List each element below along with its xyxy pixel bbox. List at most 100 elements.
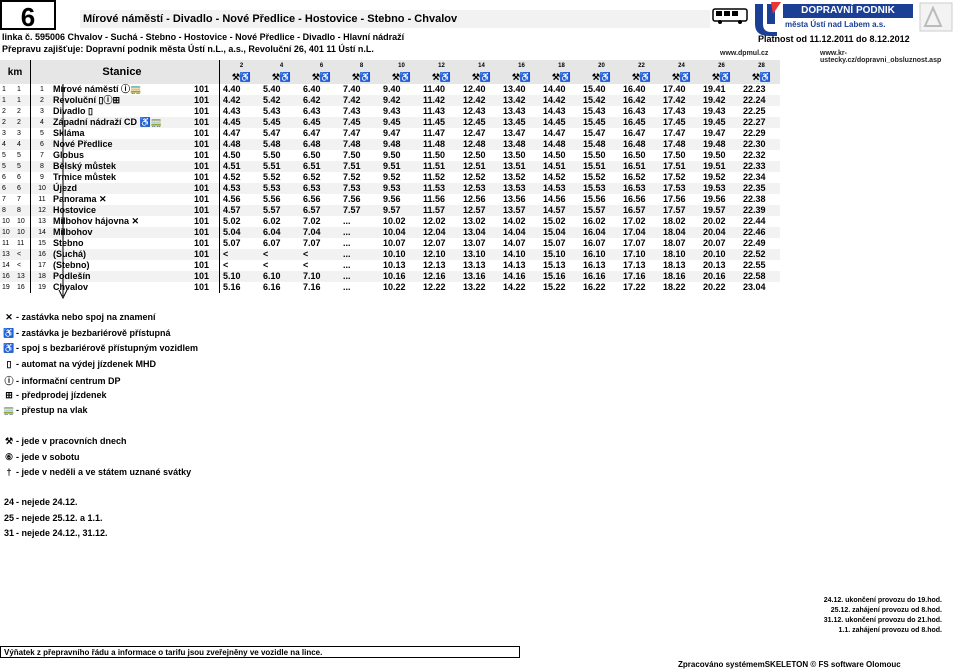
departure-time: 13.45	[500, 117, 540, 128]
workday-wheelchair-icon: ⚒♿	[391, 71, 412, 82]
departure-time: 14.10	[500, 249, 540, 260]
trip-number: 22	[638, 62, 645, 69]
stop-name: Mírové náměstí ⓘ🚃	[53, 84, 142, 94]
departure-time: 12.45	[460, 117, 500, 128]
departure-time: 22.32	[743, 150, 766, 160]
departure-time: 11.47	[423, 128, 446, 138]
legend-symbol-icon: ⓘ	[4, 376, 14, 386]
carrier-info: Přepravu zajišťuje: Dopravní podnik měst…	[2, 44, 374, 54]
zone-number: 101	[173, 95, 213, 106]
legend-text: - spoj s bezbariérově přístupným vozidle…	[16, 343, 199, 353]
departure-time: 16.45	[620, 117, 660, 128]
table-row: 10 10 14 Milbohov 101 5.04 6.04 7.04... 10.04 12.…	[0, 227, 780, 238]
workday-wheelchair-icon: ⚒♿	[271, 71, 292, 82]
legend-text: - předprodej jízdenek	[16, 389, 107, 400]
km-value: <	[14, 249, 31, 260]
trip-column-header: 22 ⚒♿	[620, 60, 660, 84]
stop-name: Hostovice	[53, 205, 173, 216]
departure-time: 17.50	[663, 150, 686, 160]
departure-time: 22.29	[743, 128, 766, 138]
departure-time: 16.02	[583, 216, 606, 226]
workday-wheelchair-icon: ⚒♿	[351, 71, 372, 82]
workday-wheelchair-icon: ⚒♿	[551, 71, 572, 82]
departure-time: 4.40	[219, 84, 260, 95]
trip-column-header: 18 ⚒♿	[540, 60, 580, 84]
zone-number: 101	[173, 139, 213, 150]
departure-time: 18.22	[663, 282, 686, 292]
table-row: 3 3 5 Skláma 101 4.47 5.47 6.47 7.47 9.47 11.47 12.…	[0, 128, 780, 139]
departure-time: 5.42	[260, 95, 300, 106]
departure-time: 12.04	[420, 227, 460, 238]
departure-time: 14.13	[503, 260, 526, 270]
km-value: 1	[2, 86, 6, 93]
web-link-region[interactable]: www.kr-ustecky.cz/dopravni_obsluznost.as…	[820, 50, 960, 64]
table-row: 7 7 11 Panorama ✕ 101 4.56 5.56 6.56 7.56 9.56 11.…	[0, 194, 780, 205]
legend-text: - nejede 25.12. a 1.1.	[16, 512, 103, 523]
departure-time: 13.48	[500, 139, 540, 150]
departure-time: 12.10	[420, 249, 460, 260]
departure-time: 13.22	[463, 282, 486, 292]
departure-time: 10.10	[380, 249, 420, 260]
table-row: 10 10 13 Milbohov hájovna ✕ 101 5.02 6.02 7.02.…	[0, 216, 780, 227]
stop-order: 14	[30, 227, 53, 238]
legend-symbol-icon: 24	[3, 497, 14, 507]
service-note: 25.12. zahájení provozu od 8.hod.	[830, 607, 942, 614]
departure-time: 4.56	[219, 194, 260, 205]
zone-number: 101	[193, 282, 209, 292]
departure-time: 22.39	[740, 205, 780, 216]
departure-time: 9.57	[380, 205, 420, 216]
legend-item: ⚒ - jede v pracovních dnech	[2, 436, 127, 447]
table-row: 1 1 1 Mírové náměstí ⓘ🚃 101 4.40 5.40 6.40 7.40 9…	[0, 84, 780, 95]
departure-time: 11.52	[423, 172, 446, 182]
departure-time: 12.07	[423, 238, 446, 248]
departure-time: 6.04	[260, 227, 300, 238]
departure-time: 12.16	[420, 271, 460, 282]
web-link-dp[interactable]: www.dpmul.cz	[720, 50, 768, 57]
departure-time: 10.16	[380, 271, 420, 282]
stop-order: 4	[30, 117, 53, 128]
trip-number: 4	[279, 62, 284, 69]
stop-order: 16	[30, 249, 53, 260]
departure-time: 5.43	[263, 106, 281, 116]
workday-wheelchair-icon: ⚒♿	[711, 71, 732, 82]
km-value: 8	[14, 205, 31, 216]
departure-time: 6.57	[300, 205, 340, 216]
departure-time: 6.53	[300, 183, 340, 194]
departure-time: 16.53	[620, 183, 660, 194]
trip-column-header: 28 ⚒♿	[740, 60, 780, 84]
legend-item: ✕ - zastávka nebo spoj na znamení	[2, 312, 155, 323]
stop-name: (Suchá)	[53, 249, 173, 260]
departure-time: 17.16	[620, 271, 660, 282]
stop-name: Divadlo ▯	[53, 106, 93, 116]
departure-time: ...	[343, 238, 351, 248]
departure-time: 22.38	[743, 194, 766, 204]
zone-number: 101	[173, 227, 213, 238]
departure-time: 17.42	[660, 95, 700, 106]
stop-order: 18	[30, 271, 53, 282]
departure-time: 22.27	[740, 117, 780, 128]
workday-wheelchair-icon: ⚒♿	[671, 71, 692, 82]
workday-wheelchair-icon: ⚒♿	[431, 71, 452, 82]
departure-time: 17.53	[660, 183, 700, 194]
workday-wheelchair-icon: ⚒♿	[631, 71, 652, 82]
departure-time: 18.10	[660, 249, 700, 260]
departure-time: 11.42	[420, 95, 460, 106]
departure-time: 4.53	[219, 183, 260, 194]
region-logo-icon	[919, 2, 953, 32]
trip-number: 10	[398, 62, 405, 69]
departure-time: 13.16	[460, 271, 500, 282]
legend-symbol-icon: ▯	[6, 358, 12, 369]
legend-item: 25- nejede 25.12. a 1.1.	[2, 513, 103, 523]
departure-time: 9.51	[380, 161, 420, 172]
table-row: 5 5 8 Bělský můstek 101 4.51 5.51 6.51 7.51 9.51 1…	[0, 161, 780, 172]
departure-time: 6.52	[303, 172, 321, 182]
legend-text: - zastávka je bezbariérově přístupná	[16, 327, 171, 338]
departure-time: 19.48	[700, 139, 740, 150]
stop-name: Nové Předlice	[53, 139, 173, 150]
legend-symbol-icon: ♿	[3, 327, 15, 338]
departure-time: 13.07	[463, 238, 486, 248]
departure-time: 13.40	[503, 84, 526, 94]
departure-time: 22.58	[740, 271, 780, 282]
trip-number: 12	[438, 62, 445, 69]
departure-time: 4.47	[219, 128, 260, 139]
